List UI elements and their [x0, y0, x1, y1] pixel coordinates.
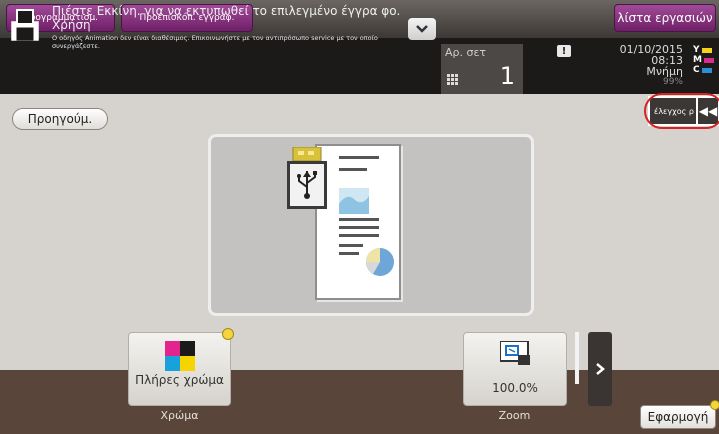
memory-value: 99% — [662, 77, 683, 87]
toner-y-letter: Y — [693, 45, 700, 55]
number-of-sets[interactable]: Αρ. σετ 1 — [441, 44, 523, 94]
back-button[interactable]: Προηγούμ. — [12, 108, 108, 130]
zoom-button[interactable]: 100.0% — [463, 332, 567, 406]
date-time-memory: 01/10/2015 08:13 Μνήμη 99% — [620, 44, 683, 88]
toner-m-letter: M — [693, 55, 702, 65]
next-page-button[interactable] — [588, 332, 612, 406]
apply-indicator — [710, 400, 719, 410]
highlight-ring — [644, 93, 719, 129]
toner-m-bar — [703, 57, 714, 63]
sets-value: 1 — [499, 62, 515, 90]
warning-icon[interactable]: ! — [557, 45, 571, 57]
status-message: Πιέστε Εκκίνη. για να εκτυπωθεί το επιλε… — [52, 4, 401, 32]
sets-label: Αρ. σετ — [445, 46, 487, 59]
toner-c-bar — [701, 67, 712, 73]
zoom-value: 100.0% — [492, 381, 538, 395]
printer-icon — [11, 9, 39, 41]
apply-button[interactable]: Εφαρμογή — [640, 405, 716, 429]
chevron-right-icon — [596, 363, 605, 375]
expand-message-button[interactable] — [408, 18, 436, 40]
job-list-button[interactable]: λίστα εργασιών — [614, 4, 716, 32]
keypad-icon — [447, 74, 458, 85]
usb-memory-icon — [287, 147, 327, 209]
toner-c-letter: C — [693, 65, 700, 75]
color-value: Πλήρες χρώμα — [135, 373, 224, 387]
color-setting-indicator — [222, 328, 234, 340]
color-mode-icon — [165, 341, 195, 371]
zoom-icon — [500, 341, 530, 365]
zoom-caption: Zoom — [498, 409, 531, 422]
chevron-down-icon — [416, 25, 428, 33]
document-content-graphic — [339, 156, 394, 276]
toner-y-bar — [701, 47, 712, 53]
divider — [575, 332, 579, 384]
document-page-icon — [315, 144, 401, 300]
color-button[interactable]: Πλήρες χρώμα — [128, 332, 231, 406]
animation-guide-message: Ο οδηγός Animation δεν είναι διαθέσιμος.… — [52, 34, 378, 50]
memory-label: Μνήμη — [646, 65, 683, 78]
color-caption: Χρώμα — [160, 409, 199, 422]
toner-levels: Y M C — [693, 45, 714, 75]
